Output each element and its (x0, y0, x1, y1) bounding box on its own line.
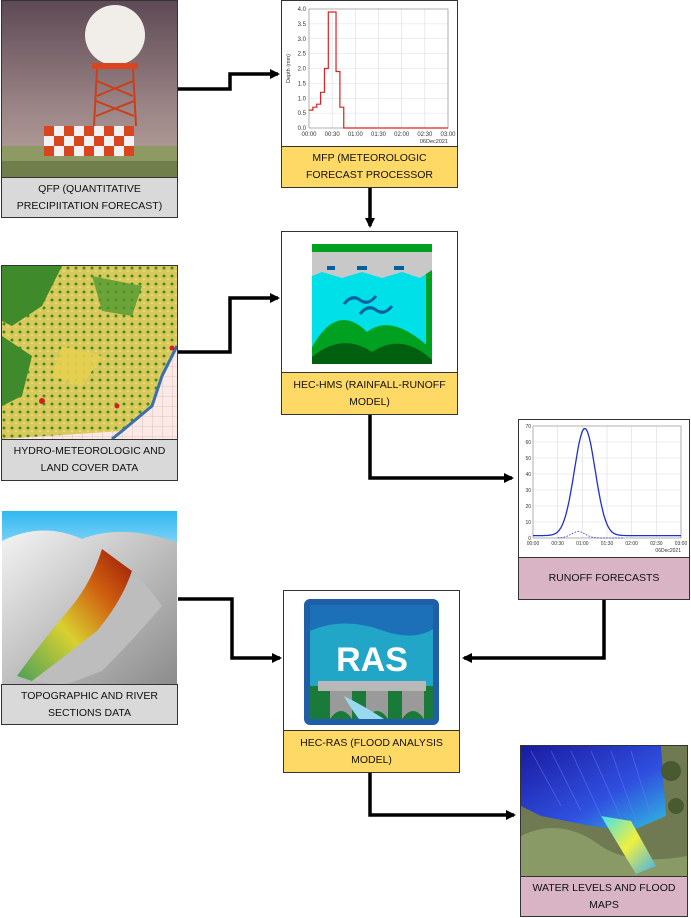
runoff-y-tick-label: 30 (525, 488, 531, 494)
label-hms: HEC-HMS (RAINFALL-RUNOFF MODEL) (281, 372, 458, 415)
mfp-y-tick-label: 3.0 (298, 37, 307, 43)
ras-logo-text: RAS (336, 641, 408, 679)
mfp-chart-frame: 00:00 00:30 01:00 01:30 02:00 02:30 03:00 0.0 0.… (281, 0, 458, 147)
mfp-y-tick-label: 3.5 (298, 22, 307, 28)
arrow-hydro-to-hms (178, 293, 280, 354)
terrain-image (1, 510, 178, 685)
mfp-precip-chart: 00:00 00:30 01:00 01:30 02:00 02:30 03:00 0.0 0.… (286, 7, 456, 145)
mfp-x-tick-label: 00:30 (325, 132, 341, 138)
runoff-chart-frame: 00:00 00:30 01:00 01:30 02:00 02:30 03:00 0 10 20… (518, 419, 690, 558)
mfp-x-tick-label: 01:00 (348, 132, 364, 138)
arrow-runoff-to-ras (462, 600, 606, 663)
mfp-x-tick-label: 01:30 (371, 132, 387, 138)
runoff-x-tick-label: 02:30 (650, 541, 663, 547)
mfp-y-tick-label: 1.5 (298, 81, 307, 87)
arrow-hms-to-runoff (368, 415, 514, 483)
runoff-x-tick-label: 00:30 (551, 541, 564, 547)
runoff-y-tick-label: 0 (528, 536, 531, 542)
runoff-date-label: 06Dec2021 (655, 548, 681, 554)
hec-hms-logo (312, 244, 432, 364)
node-qfp: QFP (QUANTITATIVE PRECIPIITATION FORECAS… (1, 0, 178, 218)
flood-map-image (520, 745, 688, 877)
node-flood: WATER LEVELS AND FLOOD MAPS (520, 745, 688, 917)
runoff-y-tick-label: 70 (525, 424, 531, 430)
mfp-x-tick-label: 02:00 (394, 132, 410, 138)
runoff-y-tick-label: 60 (525, 440, 531, 446)
runoff-x-tick-label: 01:00 (576, 541, 589, 547)
runoff-x-tick-label: 03:00 (675, 541, 688, 547)
label-ras: HEC-RAS (FLOOD ANALYSIS MODEL) (283, 730, 460, 773)
label-runoff: RUNOFF FORECASTS (518, 557, 690, 600)
mfp-y-axis-label: Depth (mm) (286, 54, 292, 83)
arrow-qfp-to-mfp (178, 69, 280, 91)
label-qfp: QFP (QUANTITATIVE PRECIPIITATION FORECAS… (1, 177, 178, 218)
label-topo: TOPOGRAPHIC AND RIVER SECTIONS DATA (1, 684, 178, 725)
hms-logo-frame (281, 231, 458, 373)
runoff-x-tick-label: 01:30 (601, 541, 614, 547)
runoff-y-tick-label: 50 (525, 456, 531, 462)
radar-tower-image (1, 0, 178, 178)
runoff-y-tick-label: 10 (525, 520, 531, 526)
ras-logo-frame: RAS (283, 590, 460, 731)
label-flood: WATER LEVELS AND FLOOD MAPS (520, 876, 688, 917)
mfp-x-tick-label: 00:00 (301, 132, 317, 138)
arrow-topo-to-ras (178, 597, 282, 663)
arrow-ras-to-flood (368, 772, 516, 820)
runoff-y-tick-label: 20 (525, 504, 531, 510)
mfp-y-tick-label: 0.5 (298, 111, 307, 117)
runoff-x-tick-label: 02:00 (625, 541, 638, 547)
mfp-y-tick-label: 2.5 (298, 52, 307, 58)
land-cover-map-image (1, 265, 178, 440)
node-hydro: HYDRO-METEOROLOGIC AND LAND COVER DATA (1, 265, 178, 481)
label-mfp: MFP (METEOROLOGIC FORECAST PROCESSOR (281, 146, 458, 188)
label-hydro: HYDRO-METEOROLOGIC AND LAND COVER DATA (1, 439, 178, 481)
node-mfp: 00:00 00:30 01:00 01:30 02:00 02:30 03:00 0.0 0.… (281, 0, 458, 188)
mfp-x-tick-label: 02:30 (417, 132, 433, 138)
runoff-y-tick-label: 40 (525, 472, 531, 478)
mfp-y-tick-label: 4.0 (298, 7, 307, 13)
mfp-y-tick-label: 1.0 (298, 96, 307, 102)
mfp-date-label: 06Dec2021 (420, 139, 448, 145)
runoff-hydrograph: 00:00 00:30 01:00 01:30 02:00 02:30 03:0001020… (525, 424, 688, 554)
node-topo: TOPOGRAPHIC AND RIVER SECTIONS DATA (1, 510, 178, 725)
mfp-x-tick-label: 03:00 (440, 132, 456, 138)
node-ras: RAS HEC-RAS (FLOOD ANALYSIS MODEL) (283, 590, 460, 773)
mfp-y-tick-label: 0.0 (298, 126, 307, 132)
node-hms: HEC-HMS (RAINFALL-RUNOFF MODEL) (281, 231, 458, 415)
mfp-y-tick-label: 2.0 (298, 67, 307, 73)
node-runoff: 00:00 00:30 01:00 01:30 02:00 02:30 03:00 0 10 20… (518, 419, 690, 600)
hec-ras-logo: RAS (304, 599, 439, 725)
